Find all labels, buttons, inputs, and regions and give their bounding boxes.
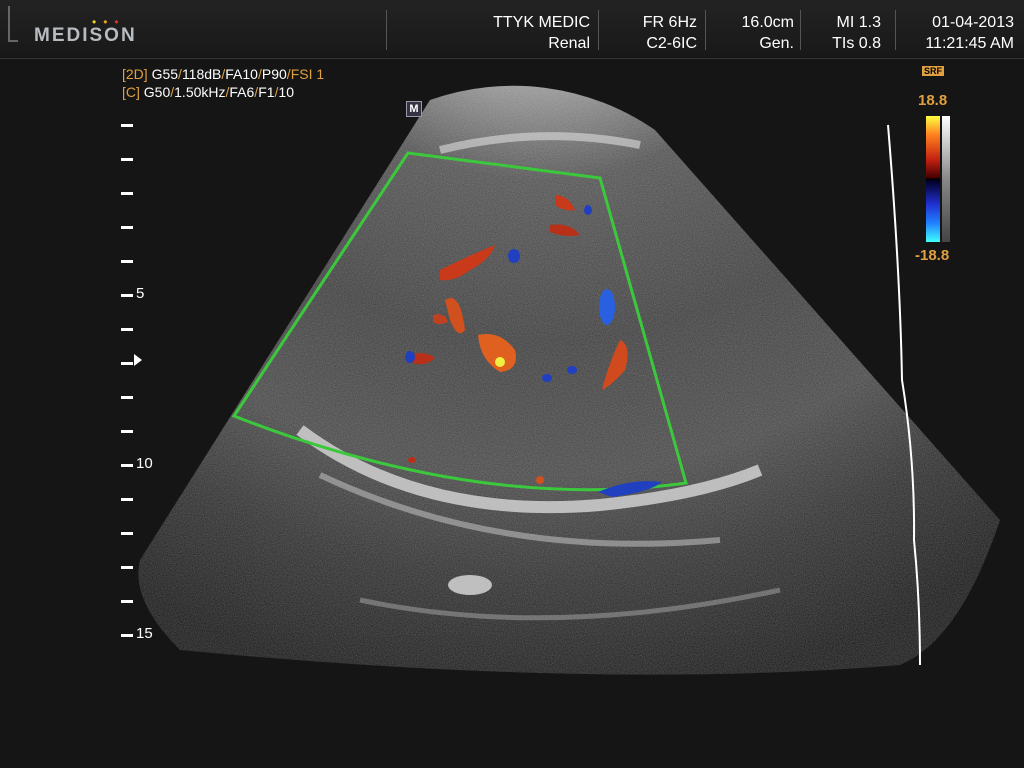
grayscale-bar <box>942 116 950 242</box>
depth-tick <box>121 498 133 501</box>
flow-blue <box>542 374 552 382</box>
depth-tick <box>121 192 133 195</box>
flow-blue <box>584 205 592 215</box>
depth-tick <box>121 396 133 399</box>
depth-tick <box>121 294 133 297</box>
depth-label: 5 <box>136 285 145 302</box>
flow-blue <box>567 366 577 374</box>
flow-blue <box>405 351 415 363</box>
depth-label: 10 <box>136 455 153 472</box>
depth-tick <box>121 260 133 263</box>
flow-blue <box>508 249 520 263</box>
srf-badge: SRF <box>922 66 944 76</box>
orientation-marker: M <box>406 101 422 117</box>
depth-scale: 5 10 15 <box>0 0 160 768</box>
depth-tick <box>121 328 133 331</box>
depth-tick <box>121 464 133 467</box>
flow-red <box>408 457 416 463</box>
depth-tick <box>121 600 133 603</box>
depth-tick <box>121 158 133 161</box>
depth-tick <box>121 124 133 127</box>
depth-tick <box>121 634 133 637</box>
depth-tick <box>121 566 133 569</box>
flow-red <box>536 476 544 484</box>
flow-blue <box>599 289 615 325</box>
velocity-max-label: 18.8 <box>918 92 948 109</box>
depth-tick <box>121 362 133 365</box>
tgc-line <box>887 124 921 666</box>
depth-tick <box>121 532 133 535</box>
depth-label: 15 <box>136 625 153 642</box>
bright-echo <box>448 575 492 595</box>
flow-aliasing <box>495 357 505 367</box>
focus-marker[interactable] <box>134 354 142 366</box>
depth-tick <box>121 430 133 433</box>
depth-tick <box>121 226 133 229</box>
tgc-curve <box>887 124 921 666</box>
